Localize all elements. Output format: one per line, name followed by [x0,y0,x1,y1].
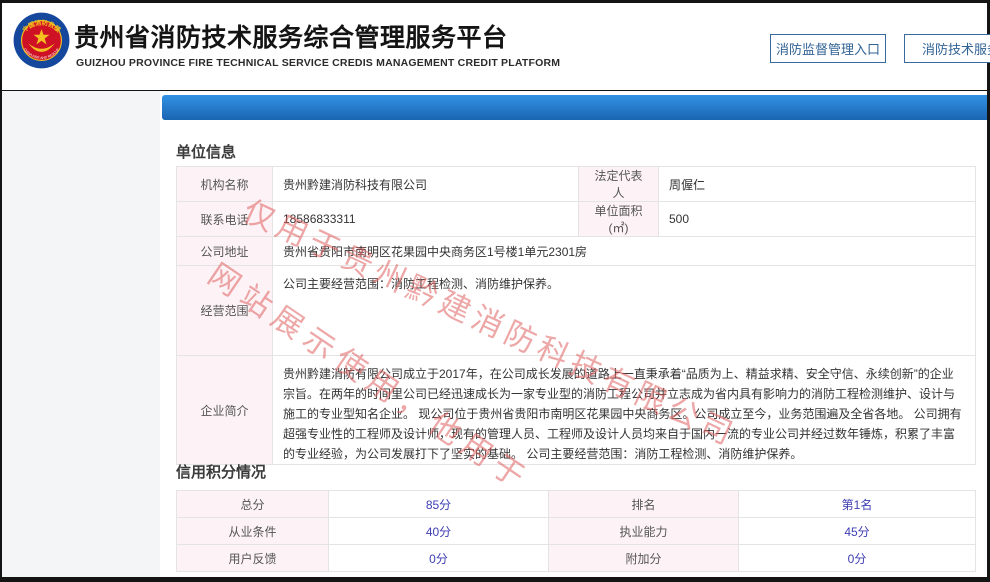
page-title: 贵州省消防技术服务综合管理服务平台 [74,18,508,54]
fire-technical-service-entry-button[interactable]: 消防技术服务 [904,34,990,63]
practice-ability-label: 执业能力 [549,518,739,545]
phone-label: 联系电话 [177,202,273,237]
table-row: 公司地址 贵州省贵阳市南明区花果园中央商务区1号楼1单元2301房 [177,237,976,266]
window: 中国消防救援 CHINA FIRE AND RESCUE 贵州省消防技术服务综合… [0,0,990,582]
org-name-value: 贵州黔建消防科技有限公司 [273,167,579,202]
address-label: 公司地址 [177,237,273,266]
header: 中国消防救援 CHINA FIRE AND RESCUE 贵州省消防技术服务综合… [2,3,987,90]
scope-label: 经营范围 [177,266,273,356]
table-row: 总分 85分 排名 第1名 [177,491,976,518]
page-subtitle: GUIZHOU PROVINCE FIRE TECHNICAL SERVICE … [76,57,560,69]
credit-score-section-title: 信用积分情况 [176,461,266,482]
employment-condition-value: 40分 [329,518,549,545]
legal-rep-label: 法定代表人 [579,167,659,202]
practice-ability-value: 45分 [739,518,976,545]
total-score-label: 总分 [177,491,329,518]
table-row: 机构名称 贵州黔建消防科技有限公司 法定代表人 周偓仁 [177,167,976,202]
table-row: 从业条件 40分 执业能力 45分 [177,518,976,545]
unit-info-table: 机构名称 贵州黔建消防科技有限公司 法定代表人 周偓仁 联系电话 1858683… [176,166,976,465]
legal-rep-value: 周偓仁 [659,167,976,202]
china-fire-rescue-logo-icon: 中国消防救援 CHINA FIRE AND RESCUE [13,12,70,69]
user-feedback-value: 0分 [329,545,549,572]
bonus-value: 0分 [739,545,976,572]
area-label: 单位面积(㎡) [579,202,659,237]
employment-condition-label: 从业条件 [177,518,329,545]
table-row: 用户反馈 0分 附加分 0分 [177,545,976,572]
phone-value: 18586833311 [273,202,579,237]
section-top-bar [162,95,987,120]
rank-value: 第1名 [739,491,976,518]
credit-score-table: 总分 85分 排名 第1名 从业条件 40分 执业能力 45分 用户反馈 0分 … [176,490,976,572]
page-background: 单位信息 机构名称 贵州黔建消防科技有限公司 法定代表人 周偓仁 联系电话 18… [2,91,987,577]
fire-supervision-entry-button[interactable]: 消防监督管理入口 [770,34,886,63]
bonus-label: 附加分 [549,545,739,572]
table-row: 经营范围 公司主要经营范围：消防工程检测、消防维护保养。 [177,266,976,356]
rank-label: 排名 [549,491,739,518]
user-feedback-label: 用户反馈 [177,545,329,572]
table-row: 联系电话 18586833311 单位面积(㎡) 500 [177,202,976,237]
table-row: 企业简介 贵州黔建消防有限公司成立于2017年，在公司成长发展的道路上一直秉承着… [177,356,976,465]
scope-value: 公司主要经营范围：消防工程检测、消防维护保养。 [273,266,976,356]
intro-label: 企业简介 [177,356,273,465]
total-score-value: 85分 [329,491,549,518]
unit-info-section-title: 单位信息 [176,141,236,162]
intro-value: 贵州黔建消防有限公司成立于2017年，在公司成长发展的道路上一直秉承着“品质为上… [273,356,976,465]
org-name-label: 机构名称 [177,167,273,202]
address-value: 贵州省贵阳市南明区花果园中央商务区1号楼1单元2301房 [273,237,976,266]
area-value: 500 [659,202,976,237]
